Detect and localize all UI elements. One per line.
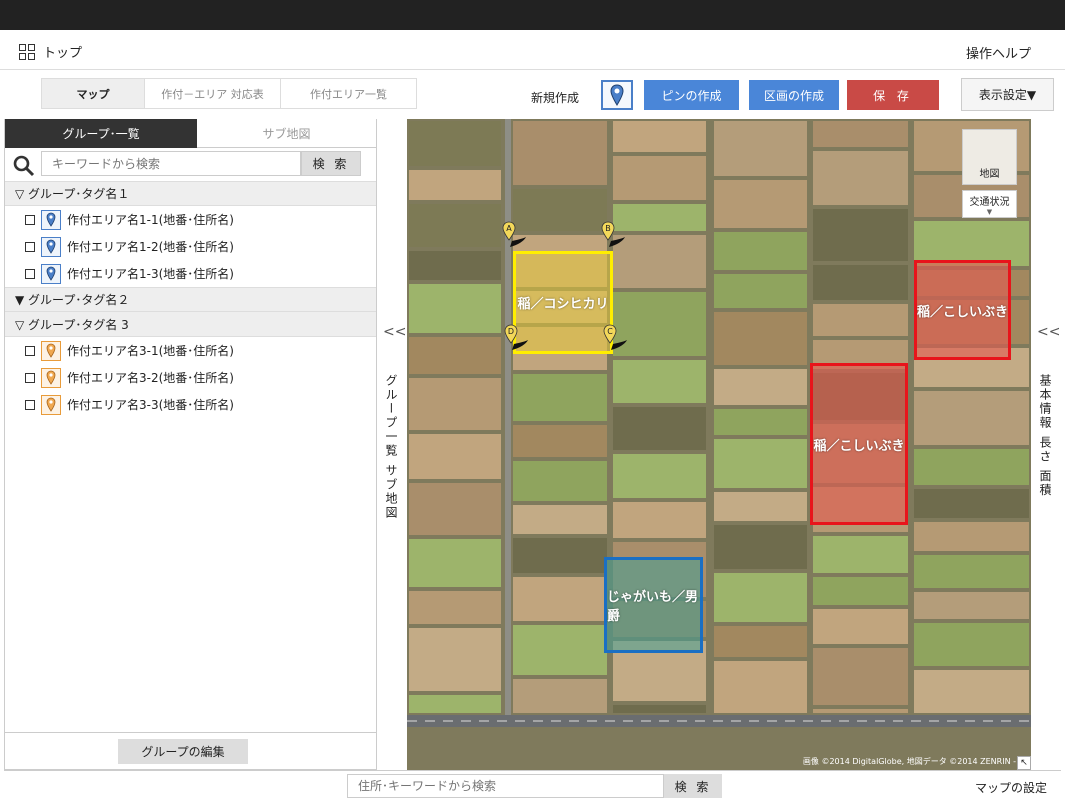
search-button[interactable]: 検 索: [301, 151, 361, 176]
map-type-button[interactable]: 地図: [962, 129, 1017, 185]
help-link[interactable]: 操作ヘルプ: [966, 43, 1031, 62]
edit-group-button[interactable]: グループの編集: [118, 739, 248, 764]
grid-icon: [19, 43, 35, 60]
item-label: 作付エリア名1-1(地番･住所名): [67, 213, 234, 227]
field-jagaimo[interactable]: じゃがいも／男爵: [604, 557, 703, 653]
save-button[interactable]: 保 存: [847, 80, 939, 110]
marker-a[interactable]: A: [502, 221, 526, 247]
tab-crop-area-list[interactable]: 作付エリア一覧: [281, 78, 417, 109]
keyword-search-input[interactable]: [41, 151, 301, 176]
list-item[interactable]: 作付エリア名3-1(地番･住所名): [5, 337, 376, 364]
item-checkbox[interactable]: [25, 372, 35, 383]
orange-pin-icon: [41, 340, 61, 361]
item-label: 作付エリア名3-2(地番･住所名): [67, 371, 234, 385]
blue-pin-icon: [41, 263, 61, 284]
group-header-1[interactable]: ▽ グループ･タグ名１: [5, 181, 376, 206]
expand-corner-icon[interactable]: ↖: [1017, 756, 1031, 770]
item-checkbox[interactable]: [25, 214, 35, 225]
group-header-2[interactable]: ▼ グループ･タグ名２: [5, 287, 376, 312]
right-collapse-bar[interactable]: << 基本情報 長さ 面積: [1031, 119, 1061, 770]
map-attribution: 画像 ©2014 DigitalGlobe, 地図データ ©2014 ZENRI…: [802, 757, 1016, 766]
orange-pin-icon: [41, 394, 61, 415]
group-header-3[interactable]: ▽ グループ･タグ名 3: [5, 312, 376, 337]
address-search-input[interactable]: [347, 774, 664, 798]
marker-d[interactable]: D: [504, 324, 528, 350]
marker-label: B: [605, 224, 611, 233]
list-item[interactable]: 作付エリア名1-2(地番･住所名): [5, 233, 376, 260]
create-pin-button[interactable]: ピンの作成: [644, 80, 739, 110]
panel-footer: グループの編集: [5, 732, 376, 769]
item-label: 作付エリア名3-3(地番･住所名): [67, 398, 234, 412]
left-collapse-label: グループ一覧 サブ地図: [384, 374, 398, 520]
blue-pin-icon: [41, 236, 61, 257]
marker-label: A: [506, 224, 512, 233]
list-item[interactable]: 作付エリア名3-2(地番･住所名): [5, 364, 376, 391]
satellite-map[interactable]: 地図 交通状況 ▼ 稲／コシヒカリ 稲／こしいぶき 稲／こしいぶき じゃがいも／…: [407, 119, 1031, 770]
search-icon: [13, 155, 35, 177]
home-link[interactable]: トップ: [19, 42, 82, 61]
field-koshiibuki-2[interactable]: 稲／こしいぶき: [810, 363, 908, 525]
chevron-left-icon[interactable]: <<: [1037, 324, 1060, 340]
traffic-label: 交通状況: [969, 197, 1010, 208]
item-label: 作付エリア名1-3(地番･住所名): [67, 267, 234, 281]
view-tabs: マップ 作付－エリア 対応表 作付エリア一覧: [41, 78, 417, 109]
orange-pin-icon: [41, 367, 61, 388]
item-checkbox[interactable]: [25, 268, 35, 279]
traffic-button[interactable]: 交通状況 ▼: [962, 190, 1017, 218]
satellite-imagery: [407, 119, 1031, 770]
item-checkbox[interactable]: [25, 345, 35, 356]
item-checkbox[interactable]: [25, 241, 35, 252]
group-panel: グループ･一覧 サブ地図 検 索 ▽ グループ･タグ名１ 作付エリア名1-1(地…: [4, 119, 377, 770]
tab-submap[interactable]: サブ地図: [196, 119, 376, 148]
header: トップ 操作ヘルプ: [0, 30, 1065, 70]
search-row: 検 索: [5, 148, 376, 181]
top-bar: [0, 0, 1065, 30]
home-label: トップ: [43, 46, 83, 61]
map-pin-icon: [610, 84, 624, 106]
tab-crop-area-table[interactable]: 作付－エリア 対応表: [145, 78, 281, 109]
list-item[interactable]: 作付エリア名1-3(地番･住所名): [5, 260, 376, 287]
bottom-bar: 検 索 マップの設定: [4, 770, 1061, 800]
address-search-button[interactable]: 検 索: [664, 774, 722, 798]
blue-pin-icon: [41, 209, 61, 230]
marker-label: D: [508, 327, 514, 336]
pin-tool-button[interactable]: [601, 80, 633, 110]
toolbar: マップ 作付－エリア 対応表 作付エリア一覧 新規作成 ピンの作成 区画の作成 …: [0, 71, 1065, 119]
marker-c[interactable]: C: [603, 324, 627, 350]
right-collapse-label: 基本情報 長さ 面積: [1038, 374, 1052, 498]
create-polygon-button[interactable]: 区画の作成: [749, 80, 839, 110]
chevron-left-icon[interactable]: <<: [383, 324, 406, 340]
display-settings-button[interactable]: 表示設定▼: [961, 78, 1054, 111]
list-item[interactable]: 作付エリア名1-1(地番･住所名): [5, 206, 376, 233]
marker-b[interactable]: B: [601, 221, 625, 247]
marker-label: C: [607, 327, 613, 336]
tab-group-list[interactable]: グループ･一覧: [5, 119, 197, 148]
item-checkbox[interactable]: [25, 399, 35, 410]
tab-map[interactable]: マップ: [41, 78, 145, 109]
new-create-label: 新規作成: [531, 91, 580, 105]
item-label: 作付エリア名1-2(地番･住所名): [67, 240, 234, 254]
left-collapse-bar[interactable]: << グループ一覧 サブ地図: [377, 119, 407, 770]
map-settings-link[interactable]: マップの設定: [975, 779, 1047, 796]
panel-tabs: グループ･一覧 サブ地図: [5, 119, 376, 148]
field-koshiibuki-1[interactable]: 稲／こしいぶき: [914, 260, 1011, 360]
chevron-down-icon: ▼: [986, 208, 993, 216]
list-item[interactable]: 作付エリア名3-3(地番･住所名): [5, 391, 376, 418]
item-label: 作付エリア名3-1(地番･住所名): [67, 344, 234, 358]
